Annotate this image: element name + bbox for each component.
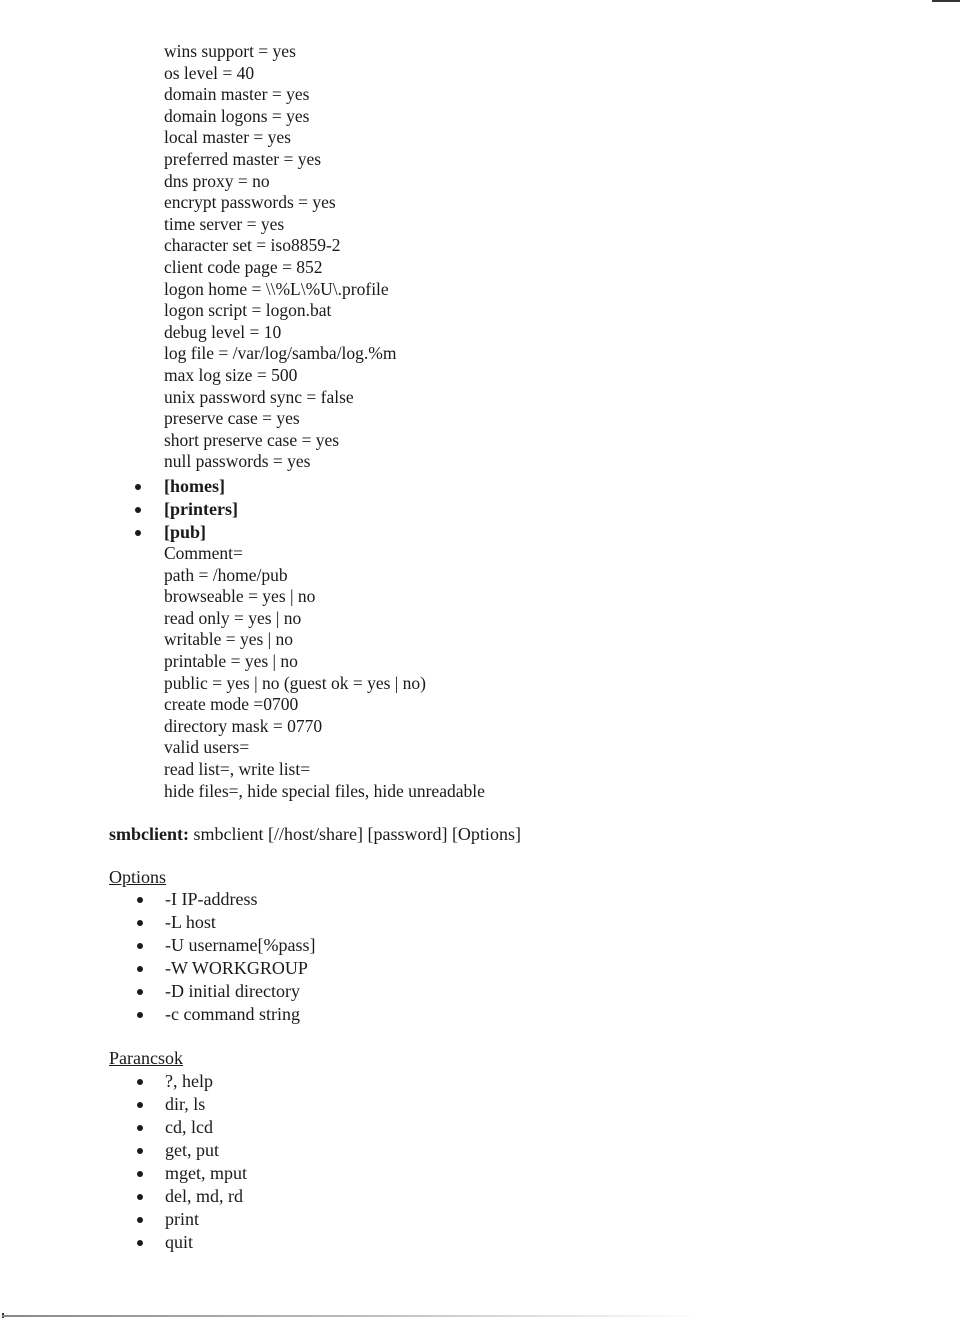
bullet-icon (137, 943, 143, 949)
section-label: [homes] (164, 476, 225, 496)
setting-line: preferred master = yes (164, 148, 322, 169)
option-label: -c command string (165, 1004, 300, 1024)
smbclient-usage: smbclient [//host/share] [password] [Opt… (189, 824, 521, 844)
setting-line: local master = yes (164, 127, 291, 148)
scan-bottom-rule (2, 1315, 702, 1317)
bullet-icon (137, 897, 143, 903)
bullet-icon (135, 507, 141, 513)
setting-line: character set = iso8859-2 (164, 235, 341, 256)
commands-heading: Parancsok (109, 1048, 183, 1068)
bullet-icon (137, 1217, 143, 1223)
command-label: mget, mput (165, 1163, 247, 1183)
pub-setting-line: public = yes | no (guest ok = yes | no) (164, 672, 426, 693)
option-label: -U username[%pass] (165, 935, 316, 955)
pub-setting-line: valid users= (164, 737, 250, 758)
bullet-icon (137, 1079, 143, 1085)
command-label: del, md, rd (165, 1186, 243, 1206)
bullet-icon (137, 920, 143, 926)
setting-line: short preserve case = yes (164, 429, 340, 450)
smbclient-syntax: smbclient: smbclient [//host/share] [pas… (109, 822, 521, 846)
pub-setting-line: read only = yes | no (164, 607, 302, 628)
bullet-icon (137, 1012, 143, 1018)
setting-line: client code page = 852 (164, 256, 323, 277)
setting-line: log file = /var/log/samba/log.%m (164, 343, 397, 364)
pub-setting-line: Comment= (164, 543, 243, 563)
scan-corner-mark (932, 0, 960, 2)
option-label: -W WORKGROUP (165, 958, 308, 978)
setting-line: encrypt passwords = yes (164, 192, 336, 213)
pub-setting-line: browseable = yes | no (164, 586, 316, 607)
option-label: -I IP-address (165, 889, 258, 909)
bullet-icon (137, 966, 143, 972)
setting-line: wins support = yes (164, 41, 296, 61)
pub-setting-line: create mode =0700 (164, 694, 299, 715)
setting-line: logon script = logon.bat (164, 300, 332, 321)
pub-setting-line: path = /home/pub (164, 564, 288, 585)
global-settings-block: wins support = yes os level = 40 domain … (164, 41, 396, 473)
bullet-icon (135, 530, 141, 536)
setting-line: domain logons = yes (164, 105, 310, 126)
setting-line: null passwords = yes (164, 451, 311, 472)
pub-setting-line: writable = yes | no (164, 629, 294, 650)
setting-line: max log size = 500 (164, 364, 298, 385)
setting-line: unix password sync = false (164, 386, 354, 407)
setting-line: dns proxy = no (164, 170, 270, 191)
command-label: quit (165, 1232, 194, 1252)
option-label: -L host (165, 912, 216, 932)
bullet-icon (137, 1240, 143, 1246)
pub-setting-line: printable = yes | no (164, 650, 298, 671)
option-label: -D initial directory (165, 981, 300, 1001)
setting-line: os level = 40 (164, 62, 255, 83)
pub-settings-block: Comment= path = /home/pub browseable = y… (164, 543, 485, 802)
setting-line: debug level = 10 (164, 321, 282, 342)
command-label: cd, lcd (165, 1117, 213, 1137)
scanned-document-page: wins support = yes os level = 40 domain … (0, 0, 960, 1319)
bullet-icon (135, 484, 141, 490)
section-label: [printers] (164, 499, 238, 519)
command-label: get, put (165, 1140, 219, 1160)
setting-line: time server = yes (164, 213, 285, 234)
pub-setting-line: directory mask = 0770 (164, 715, 323, 736)
bullet-icon (137, 1194, 143, 1200)
setting-line: domain master = yes (164, 84, 310, 105)
setting-line: preserve case = yes (164, 408, 300, 429)
bullet-icon (137, 989, 143, 995)
bullet-icon (137, 1148, 143, 1154)
pub-setting-line: hide files=, hide special files, hide un… (164, 780, 485, 801)
bullet-icon (137, 1125, 143, 1131)
command-label: print (165, 1209, 199, 1229)
pub-setting-line: read list=, write list= (164, 758, 311, 779)
smbclient-label: smbclient: (109, 824, 189, 844)
bullet-icon (137, 1171, 143, 1177)
options-heading: Options (109, 867, 167, 887)
section-label: [pub] (164, 522, 207, 542)
command-label: dir, ls (165, 1094, 206, 1114)
bullet-icon (137, 1102, 143, 1108)
command-label: ?, help (165, 1071, 213, 1091)
setting-line: logon home = \\%L\%U\.profile (164, 278, 389, 299)
